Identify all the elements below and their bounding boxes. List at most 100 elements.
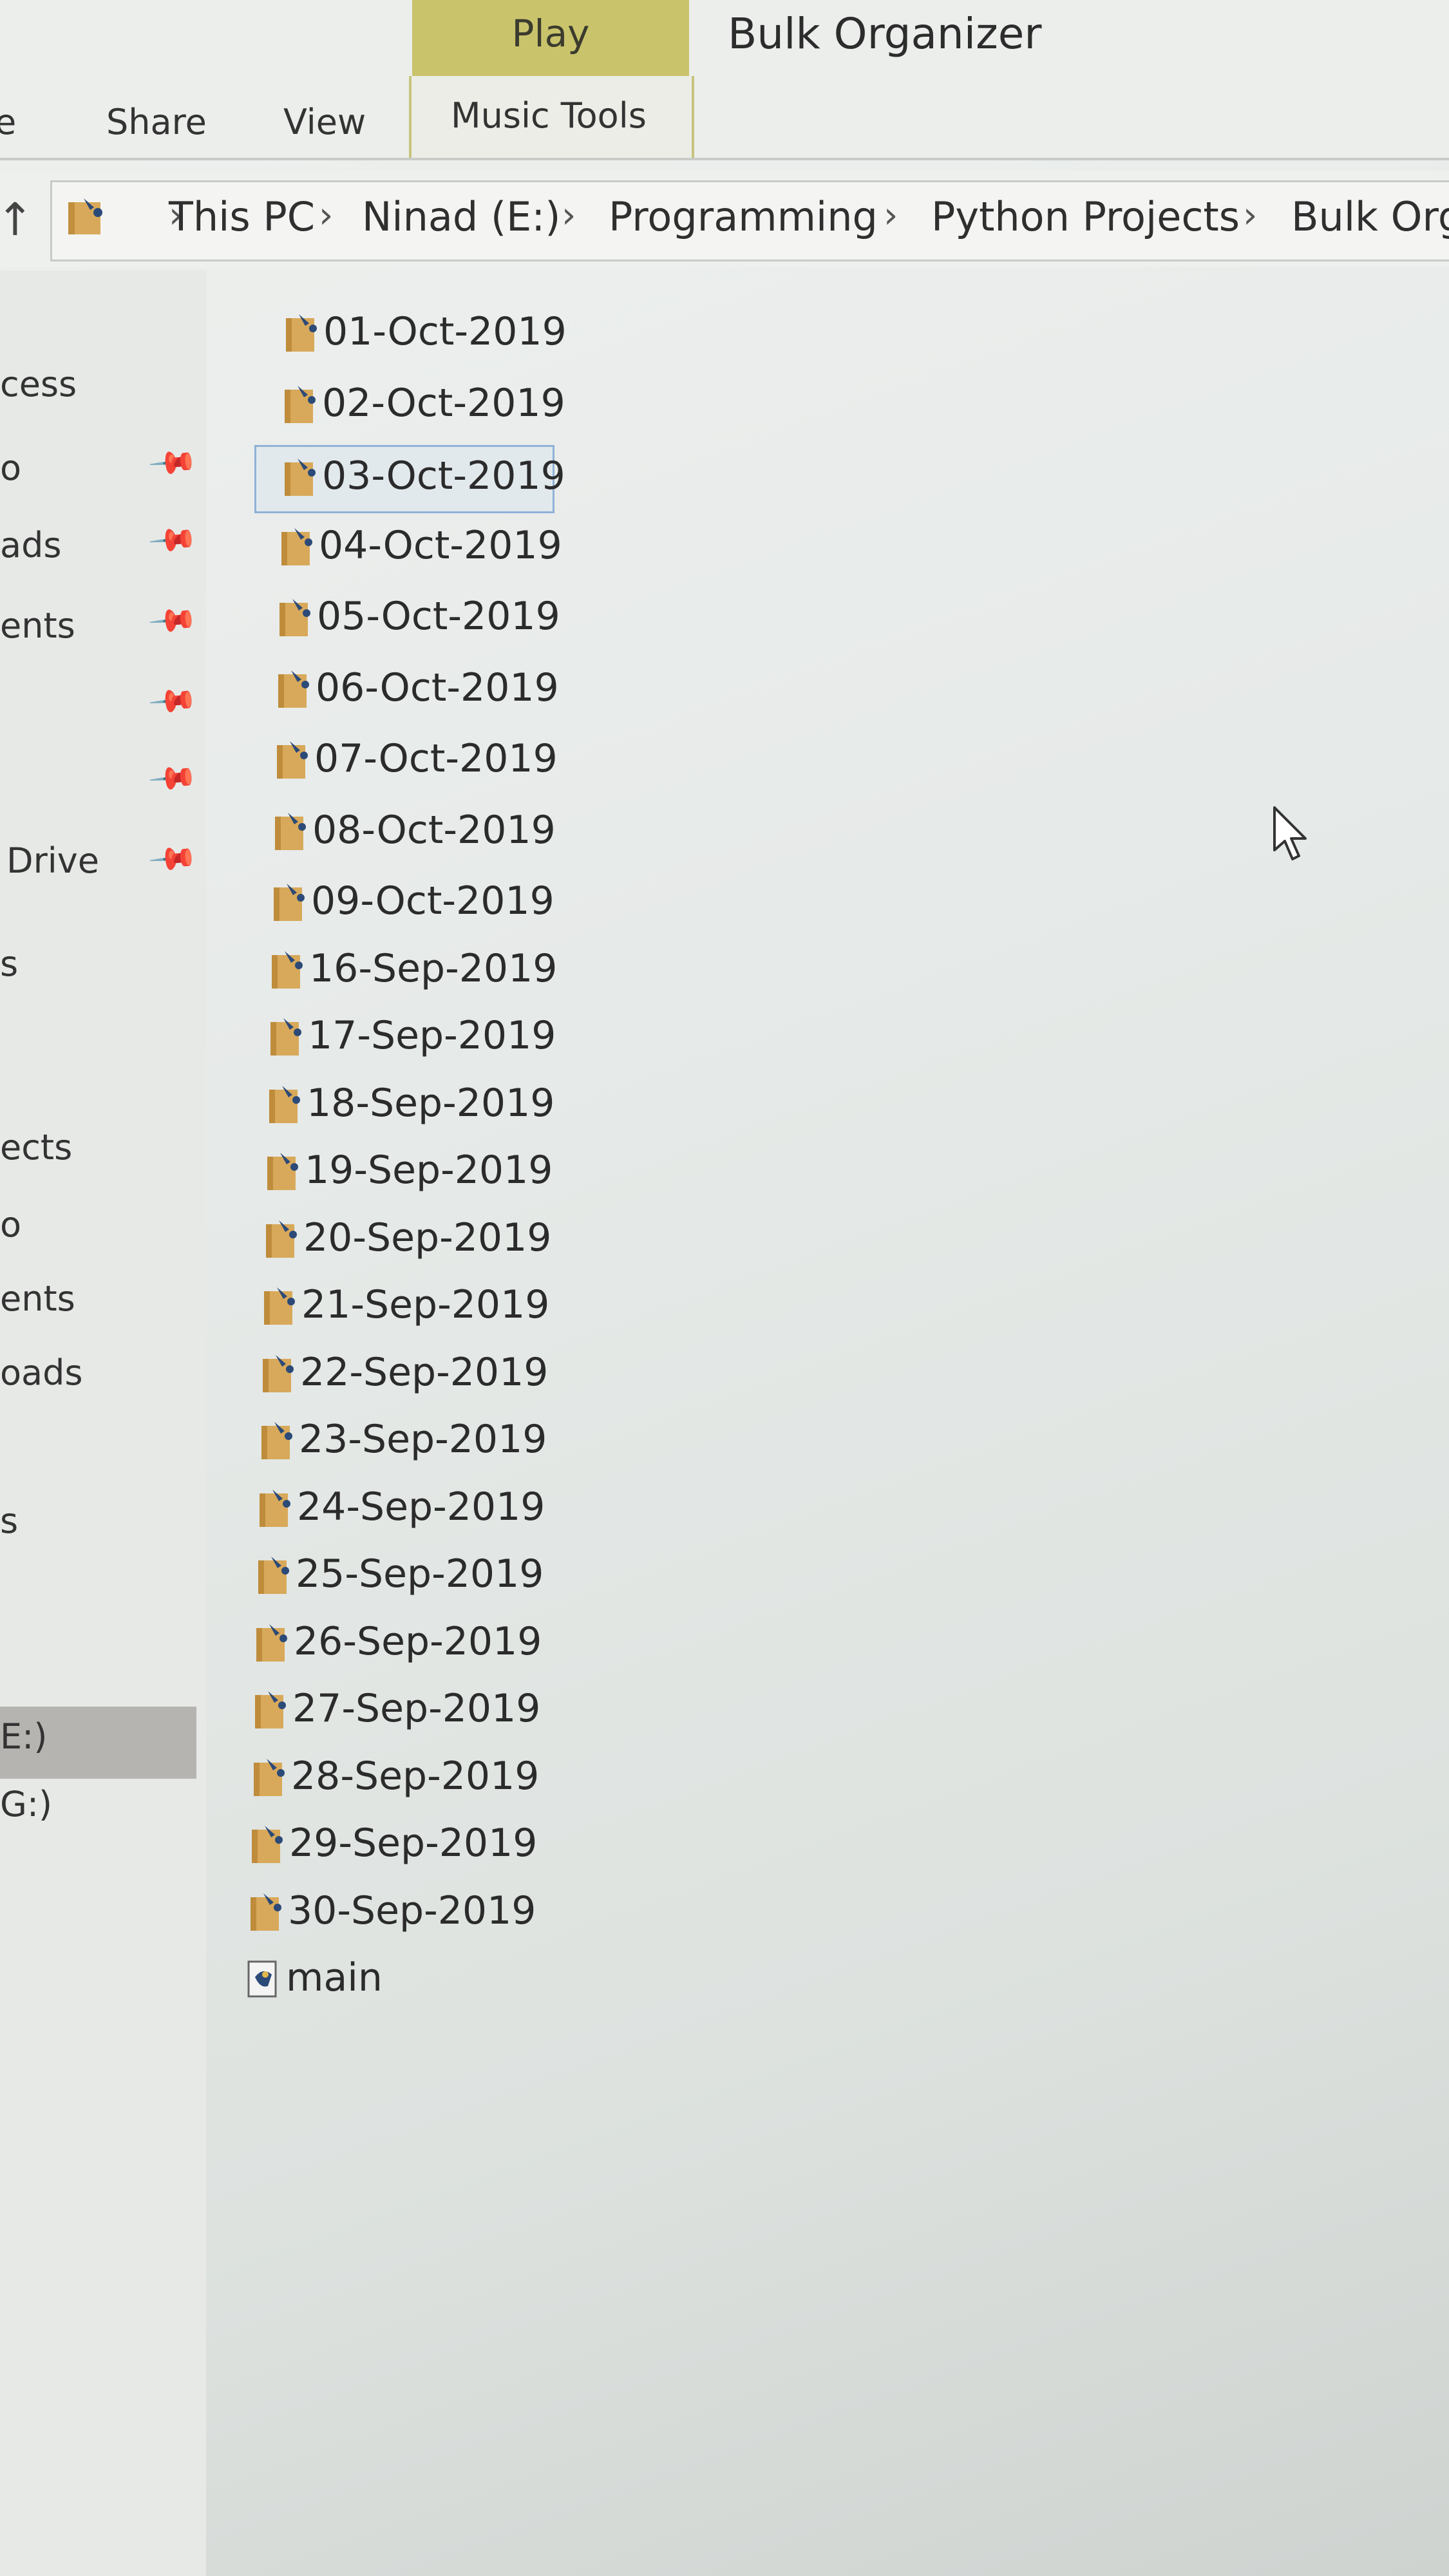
folder-icon [255, 1691, 286, 1728]
folder-item[interactable]: 24-Sep-2019 [257, 1478, 566, 1542]
file-name: 27-Sep-2019 [292, 1686, 541, 1731]
breadcrumb-python-projects[interactable]: Python Projects [931, 193, 1240, 240]
nav-item-documents[interactable]: ents [0, 605, 75, 646]
folder-icon [256, 1624, 287, 1662]
folder-item[interactable]: 19-Sep-2019 [265, 1141, 574, 1206]
file-name: 03-Oct-2019 [322, 453, 565, 498]
tab-file[interactable]: e [0, 102, 16, 142]
folder-item[interactable]: 08-Oct-2019 [272, 801, 582, 866]
nav-item-desktop-pc[interactable]: o [0, 1204, 21, 1245]
file-name: 19-Sep-2019 [305, 1148, 553, 1193]
folder-item[interactable]: 01-Oct-2019 [283, 303, 592, 367]
folder-icon [251, 1893, 281, 1931]
file-name: 20-Sep-2019 [303, 1215, 552, 1260]
folder-icon [260, 1489, 290, 1527]
breadcrumb-drive[interactable]: Ninad (E:) [362, 193, 560, 240]
python-file-icon [247, 1960, 277, 1998]
explorer-window: Play Bulk Organizer e Share View Music T… [0, 0, 1449, 2576]
folder-icon [264, 1287, 295, 1325]
breadcrumb-programming[interactable]: Programming [609, 193, 878, 240]
tab-view[interactable]: View [283, 102, 366, 142]
window-title: Bulk Organizer [728, 9, 1042, 59]
nav-item-downloads[interactable]: ads [0, 525, 62, 565]
file-name: 22-Sep-2019 [300, 1349, 549, 1395]
tab-music-tools[interactable]: Music Tools [451, 95, 647, 136]
file-name: 18-Sep-2019 [307, 1080, 555, 1126]
folder-icon [277, 741, 308, 779]
folder-item[interactable]: 28-Sep-2019 [251, 1747, 560, 1812]
file-name: 29-Sep-2019 [289, 1821, 538, 1866]
folder-icon [281, 527, 312, 565]
nav-item-desktop[interactable]: o [0, 448, 21, 488]
file-name: 04-Oct-2019 [319, 522, 562, 568]
file-name: 02-Oct-2019 [322, 380, 565, 426]
file-name: 25-Sep-2019 [296, 1551, 544, 1596]
folder-icon [275, 812, 306, 850]
folder-item[interactable]: 06-Oct-2019 [276, 659, 585, 723]
folder-item[interactable]: 18-Sep-2019 [267, 1074, 576, 1139]
file-name: 21-Sep-2019 [301, 1282, 550, 1327]
file-name: 01-Oct-2019 [323, 309, 567, 354]
folder-item[interactable]: 05-Oct-2019 [277, 587, 586, 652]
folder-item[interactable]: 29-Sep-2019 [249, 1814, 558, 1879]
folder-item[interactable]: 27-Sep-2019 [252, 1680, 562, 1744]
nav-item-drive[interactable]: Drive [6, 840, 99, 881]
folder-icon [252, 1826, 283, 1863]
file-name: 16-Sep-2019 [309, 945, 558, 991]
folder-item[interactable]: 04-Oct-2019 [279, 516, 588, 581]
folder-item[interactable]: 16-Sep-2019 [269, 940, 578, 1004]
folder-item[interactable]: 02-Oct-2019 [282, 374, 591, 439]
folder-icon [279, 599, 310, 636]
file-name: 06-Oct-2019 [316, 665, 559, 710]
folder-item[interactable]: 25-Sep-2019 [256, 1545, 565, 1609]
nav-item-videos[interactable]: s [0, 1501, 18, 1541]
folder-icon [68, 198, 102, 234]
folder-item[interactable]: 30-Sep-2019 [248, 1882, 557, 1946]
breadcrumb-bulk-organizer[interactable]: Bulk Org [1291, 193, 1449, 240]
nav-item-3d-objects[interactable]: ects [0, 1127, 72, 1168]
breadcrumb-separator-icon: › [562, 194, 576, 236]
folder-item[interactable]: 22-Sep-2019 [260, 1343, 569, 1408]
folder-item[interactable]: 23-Sep-2019 [259, 1410, 568, 1475]
breadcrumb-this-pc[interactable]: This PC [169, 193, 315, 240]
nav-item-downloads-pc[interactable]: oads [0, 1352, 83, 1393]
file-item[interactable]: main [246, 1949, 555, 2013]
file-name: 09-Oct-2019 [311, 878, 554, 923]
tab-share[interactable]: Share [106, 102, 207, 142]
folder-icon [286, 314, 317, 352]
nav-item-misc[interactable]: s [0, 943, 18, 984]
folder-item[interactable]: 17-Sep-2019 [268, 1007, 577, 1071]
ribbon [0, 0, 1449, 160]
file-name: 24-Sep-2019 [297, 1484, 545, 1530]
breadcrumb-separator-icon: › [1243, 194, 1258, 236]
folder-icon [285, 385, 316, 423]
folder-item[interactable]: 26-Sep-2019 [254, 1613, 563, 1677]
nav-item-drive-g[interactable]: G:) [0, 1784, 52, 1824]
folder-item[interactable]: 09-Oct-2019 [271, 872, 580, 936]
nav-item-documents-pc[interactable]: ents [0, 1278, 75, 1319]
breadcrumb-separator-icon: › [319, 194, 334, 236]
folder-item[interactable]: 21-Sep-2019 [261, 1276, 571, 1340]
folder-item[interactable]: 03-Oct-2019 [254, 445, 565, 513]
folder-item[interactable]: 20-Sep-2019 [263, 1209, 573, 1273]
folder-icon [270, 1018, 301, 1056]
up-arrow-icon[interactable]: ↑ [0, 193, 34, 246]
nav-item-quick-access[interactable]: cess [0, 364, 77, 404]
file-name: 07-Oct-2019 [314, 736, 558, 781]
file-name: 28-Sep-2019 [291, 1753, 540, 1799]
folder-icon [266, 1220, 297, 1258]
folder-icon [278, 670, 309, 708]
file-name: main [286, 1955, 383, 2000]
contextual-group-label: Play [511, 12, 590, 55]
folder-icon [285, 459, 316, 496]
folder-icon [261, 1422, 292, 1459]
folder-icon [254, 1758, 285, 1796]
folder-item[interactable]: 07-Oct-2019 [274, 730, 583, 794]
file-name: 26-Sep-2019 [294, 1618, 542, 1664]
folder-icon [267, 1153, 298, 1190]
nav-item-drive-e[interactable]: E:) [0, 1716, 47, 1757]
file-name: 08-Oct-2019 [312, 807, 556, 853]
folder-icon [258, 1557, 289, 1594]
folder-icon [269, 1085, 300, 1123]
mouse-cursor-icon [1273, 806, 1307, 860]
